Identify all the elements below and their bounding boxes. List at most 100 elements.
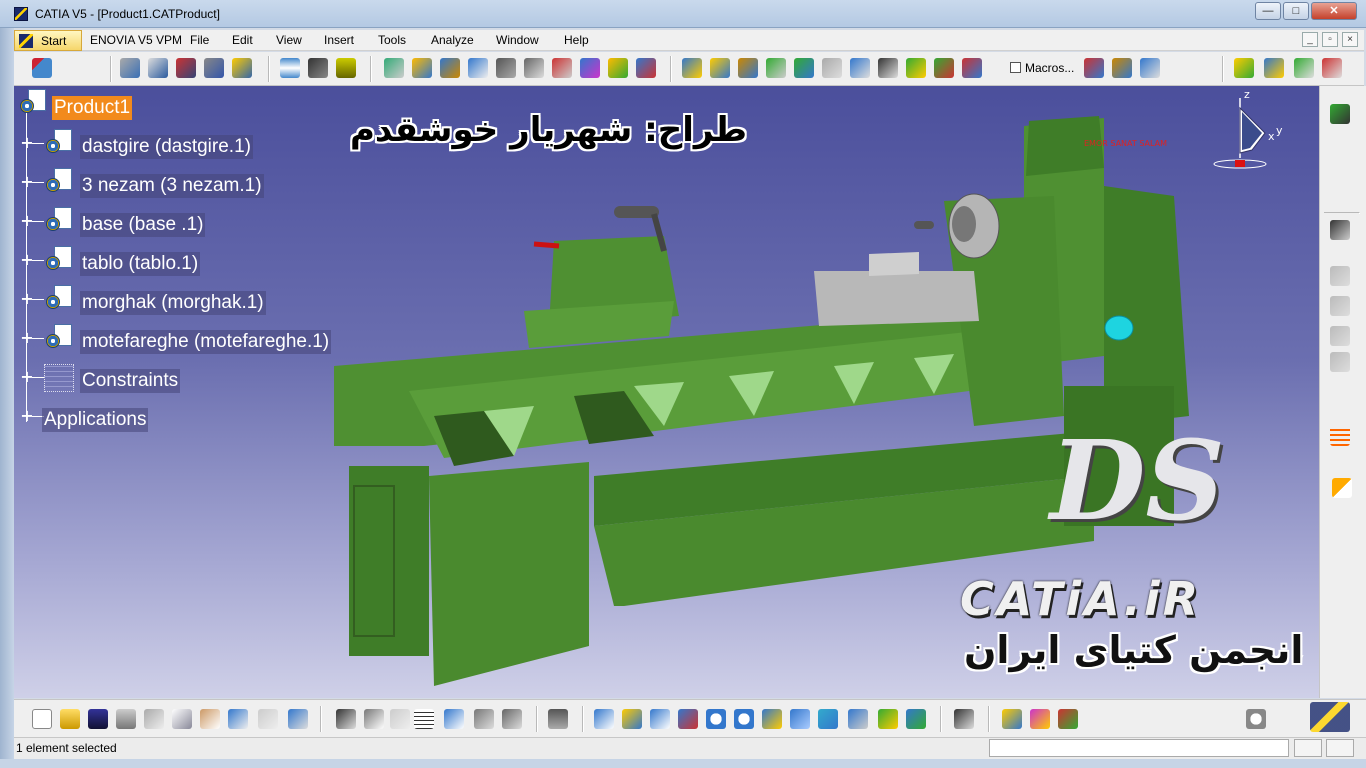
light-bulb-icon[interactable] (390, 709, 410, 729)
menu-insert[interactable]: Insert (324, 33, 354, 47)
manipulation-icon[interactable] (280, 58, 300, 78)
whats-this-help-icon[interactable] (288, 709, 308, 729)
close-button[interactable]: ✕ (1311, 2, 1357, 20)
swap-visible-space-icon[interactable] (906, 709, 926, 729)
fit-all-icon[interactable] (622, 709, 642, 729)
product-icon[interactable] (44, 324, 74, 352)
hide-show-icon[interactable] (878, 709, 898, 729)
existing-component-icon[interactable] (204, 58, 224, 78)
menu-start[interactable]: Start (14, 30, 82, 51)
tree-item-constraints[interactable]: Constraints (80, 369, 181, 393)
product-structure-icon[interactable] (32, 58, 52, 78)
knowledge-comment-icon[interactable] (364, 709, 384, 729)
minimize-button[interactable]: — (1255, 2, 1281, 20)
cut-icon[interactable] (144, 709, 164, 729)
pocket-icon[interactable] (766, 58, 786, 78)
paste-icon[interactable] (200, 709, 220, 729)
table-icon[interactable] (414, 709, 434, 729)
tree-root-product[interactable]: Product1 (52, 96, 133, 120)
new-product-icon[interactable] (148, 58, 168, 78)
macro-record-icon[interactable] (1140, 58, 1160, 78)
product-icon[interactable] (44, 285, 74, 313)
contact-constraint-icon[interactable] (412, 58, 432, 78)
redo-icon[interactable] (258, 709, 278, 729)
zoom-in-icon[interactable] (706, 709, 726, 729)
macro-edit-icon[interactable] (1112, 58, 1132, 78)
menu-help[interactable]: Help (564, 33, 589, 47)
multi-view-icon[interactable] (790, 709, 810, 729)
normal-view-icon[interactable] (762, 709, 782, 729)
fix-component-icon[interactable] (496, 58, 516, 78)
select-arrow-icon[interactable] (1332, 478, 1352, 498)
disabled-tool-icon[interactable] (1330, 326, 1350, 346)
tools-palette-icon[interactable] (954, 709, 974, 729)
flexible-subassembly-icon[interactable] (580, 58, 600, 78)
mdi-restore-button[interactable]: ▫ (1322, 32, 1338, 47)
rotate-icon[interactable] (678, 709, 698, 729)
workbench-gears-icon[interactable] (1330, 104, 1350, 124)
mdi-minimize-button[interactable]: _ (1302, 32, 1318, 47)
measure-icon[interactable] (1264, 58, 1284, 78)
knowledge-tree-icon[interactable] (444, 709, 464, 729)
tree-item-applications[interactable]: Applications (42, 408, 149, 432)
menu-window[interactable]: Window (496, 33, 539, 47)
offset-constraint-icon[interactable] (440, 58, 460, 78)
menu-tools[interactable]: Tools (378, 33, 406, 47)
coincidence-constraint-icon[interactable] (384, 58, 404, 78)
apply-material-icon[interactable] (1002, 709, 1022, 729)
grid-icon[interactable] (1330, 426, 1350, 446)
new-part-icon[interactable] (176, 58, 196, 78)
reuse-pattern-icon[interactable] (636, 58, 656, 78)
isometric-view-icon[interactable] (818, 709, 838, 729)
mdi-close-button[interactable]: × (1342, 32, 1358, 47)
render-icon[interactable] (1030, 709, 1050, 729)
catalog-browser-icon[interactable] (1234, 58, 1254, 78)
pan-icon[interactable] (650, 709, 670, 729)
fly-mode-icon[interactable] (594, 709, 614, 729)
tree-item-dastgire[interactable]: dastgire (dastgire.1) (80, 135, 253, 159)
disabled-tool-icon[interactable] (1330, 266, 1350, 286)
formula-icon[interactable] (336, 709, 356, 729)
quick-constraint-icon[interactable] (552, 58, 572, 78)
copy-icon[interactable] (172, 709, 192, 729)
menu-edit[interactable]: Edit (232, 33, 253, 47)
tree-item-motefareghe[interactable]: motefareghe (motefareghe.1) (80, 330, 332, 354)
undo-icon[interactable] (228, 709, 248, 729)
annotation-text-icon[interactable] (878, 58, 898, 78)
lock-icon[interactable] (474, 709, 494, 729)
save-icon[interactable] (88, 709, 108, 729)
tree-item-base[interactable]: base (base .1) (80, 213, 206, 237)
change-constraint-icon[interactable] (608, 58, 628, 78)
refresh-icon[interactable] (1246, 709, 1266, 729)
title-bar[interactable]: CATIA V5 - [Product1.CATProduct] — □ ✕ (0, 0, 1366, 28)
angle-constraint-icon[interactable] (468, 58, 488, 78)
open-folder-icon[interactable] (60, 709, 80, 729)
product-icon[interactable] (44, 246, 74, 274)
clash-icon[interactable] (1322, 58, 1342, 78)
component-gear-icon[interactable] (120, 58, 140, 78)
status-button-1[interactable] (1294, 739, 1322, 757)
product-icon[interactable] (44, 168, 74, 196)
menu-view[interactable]: View (276, 33, 302, 47)
disabled-tool-icon[interactable] (1330, 296, 1350, 316)
flag-note-icon[interactable] (906, 58, 926, 78)
add-icon[interactable] (794, 58, 814, 78)
weld-feature-icon[interactable] (934, 58, 954, 78)
tree-item-morghak[interactable]: morghak (morghak.1) (80, 291, 266, 315)
disabled-tool-icon[interactable] (1330, 352, 1350, 372)
sectioning-icon[interactable] (1294, 58, 1314, 78)
menu-analyze[interactable]: Analyze (431, 33, 474, 47)
split-icon[interactable] (710, 58, 730, 78)
tree-item-tablo[interactable]: tablo (tablo.1) (80, 252, 201, 276)
product-icon[interactable] (44, 129, 74, 157)
tree-item-3-nezam[interactable]: 3 nezam (3 nezam.1) (80, 174, 264, 198)
new-file-icon[interactable] (32, 709, 52, 729)
camera-icon[interactable] (548, 709, 568, 729)
compass-icon[interactable]: z x y (1210, 88, 1290, 178)
replace-component-icon[interactable] (232, 58, 252, 78)
select-gear-icon[interactable] (1330, 220, 1350, 240)
macros-checkbox[interactable]: Macros... (1010, 61, 1074, 75)
bill-of-material-icon[interactable] (850, 58, 870, 78)
status-button-2[interactable] (1326, 739, 1354, 757)
constraints-icon[interactable] (44, 364, 74, 392)
